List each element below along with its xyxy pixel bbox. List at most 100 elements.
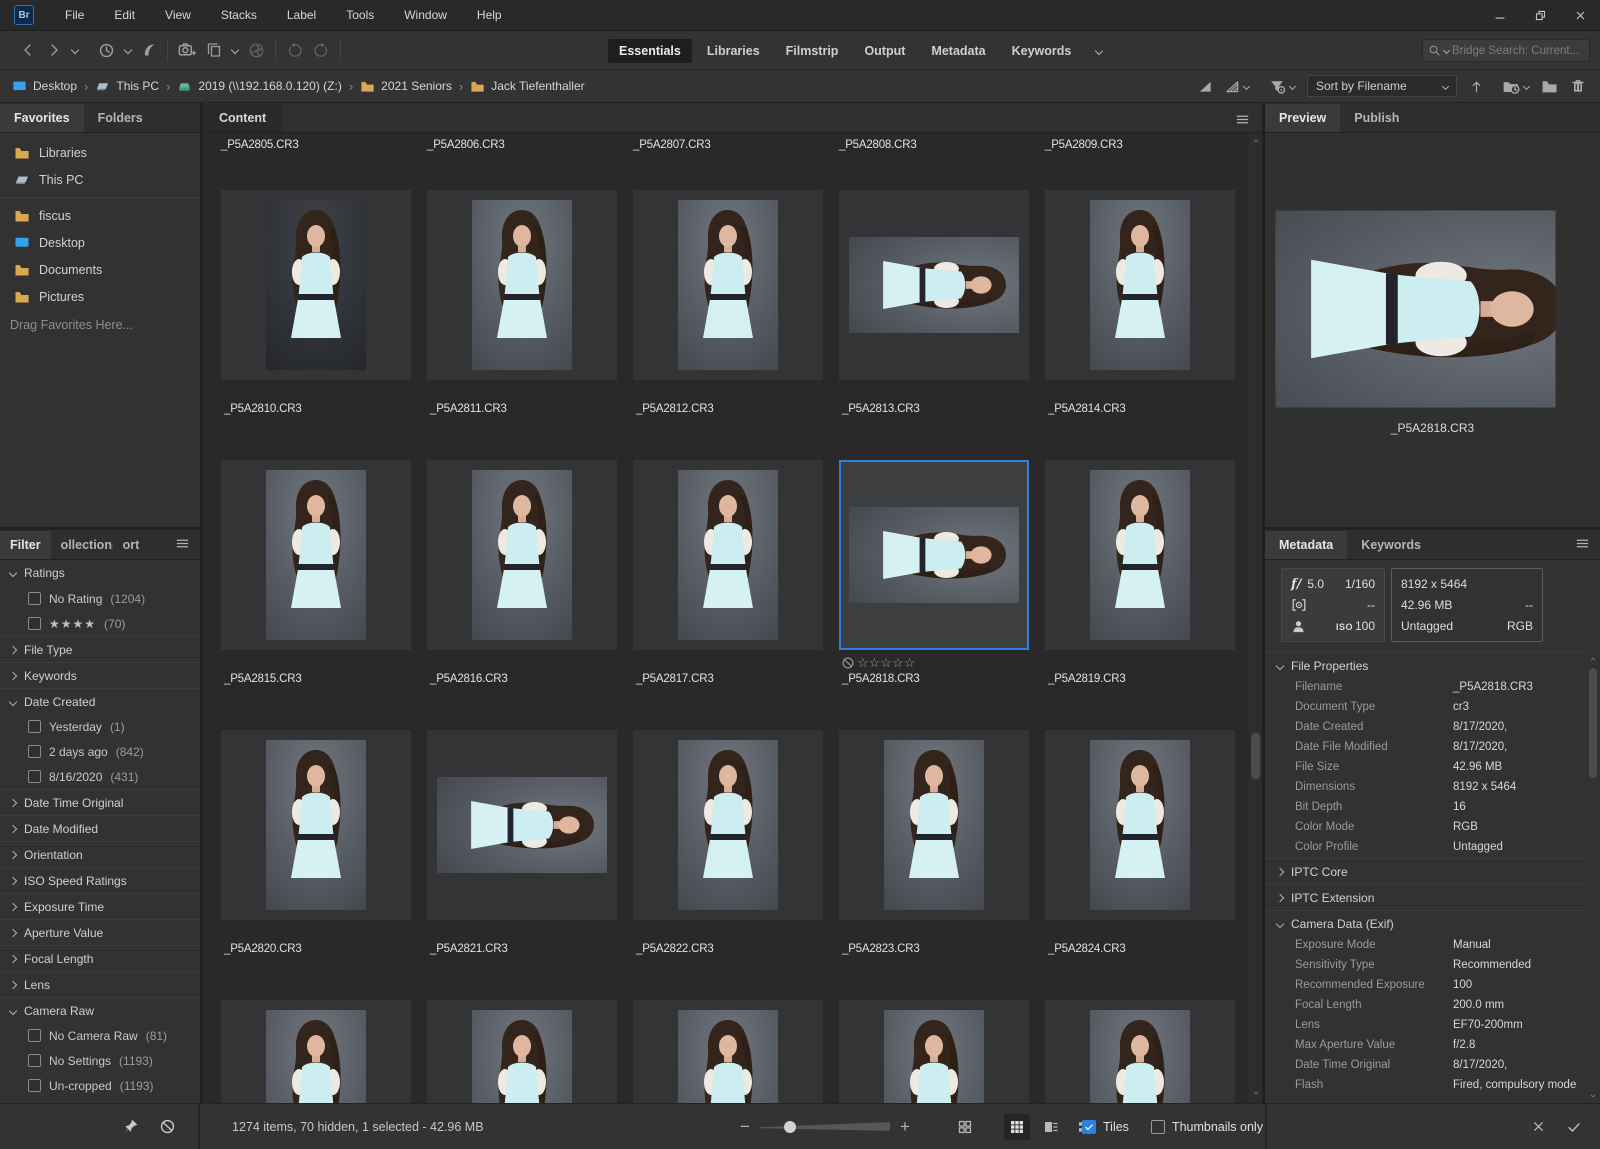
file-tile[interactable] (221, 1000, 411, 1103)
filter-section-aperture-value[interactable]: Aperture Value (0, 919, 200, 945)
breadcrumb-item[interactable]: 2021 Seniors (360, 79, 452, 94)
sort-ascending-icon[interactable] (1469, 79, 1484, 94)
menu-view[interactable]: View (150, 0, 206, 31)
workspace-tab-metadata[interactable]: Metadata (920, 39, 996, 63)
scrollbar-thumb[interactable] (1589, 668, 1597, 778)
menu-stacks[interactable]: Stacks (206, 0, 272, 31)
zoom-in-icon[interactable]: + (900, 1117, 910, 1137)
recent-folder-dropdown-icon[interactable] (1522, 82, 1531, 90)
file-tile[interactable]: _P5A2814.CR3 (1045, 190, 1235, 460)
file-tile[interactable]: _P5A2822.CR3 (633, 730, 823, 1000)
menu-window[interactable]: Window (389, 0, 462, 31)
file-tile[interactable]: _P5A2820.CR3 (221, 730, 411, 1000)
file-tile[interactable]: _P5A2816.CR3 (427, 460, 617, 730)
search-dropdown-icon[interactable] (1442, 46, 1451, 55)
workspace-tab-filmstrip[interactable]: Filmstrip (775, 39, 850, 63)
rating-row[interactable]: ☆☆☆☆☆ (841, 654, 915, 671)
filter-items-icon[interactable] (1269, 78, 1286, 95)
scrollbar-thumb[interactable] (1251, 733, 1260, 779)
metadata-cancel-icon[interactable] (1531, 1119, 1546, 1134)
filter-section-file-type[interactable]: File Type (0, 636, 200, 662)
menu-edit[interactable]: Edit (99, 0, 150, 31)
workspace-tab-libraries[interactable]: Libraries (696, 39, 771, 63)
thumbnail-quality-fast-icon[interactable] (1198, 79, 1213, 94)
tab-folders[interactable]: Folders (84, 104, 157, 132)
menu-label[interactable]: Label (272, 0, 331, 31)
slider-track[interactable] (759, 1122, 890, 1131)
scroll-up-icon[interactable] (1252, 137, 1260, 145)
clear-filter-icon[interactable] (159, 1118, 176, 1135)
workspace-tab-output[interactable]: Output (853, 39, 916, 63)
forward-button[interactable] (46, 42, 62, 58)
filter-checkbox[interactable] (28, 617, 41, 630)
filter-section-ratings[interactable]: Ratings (0, 560, 200, 586)
sort-dropdown[interactable]: Sort by Filename (1307, 75, 1457, 97)
breadcrumb-item[interactable]: 2019 (\\192.168.0.120) (Z:) (177, 79, 342, 94)
breadcrumb-item[interactable]: Jack Tiefenthaller (470, 79, 585, 94)
new-folder-icon[interactable] (1541, 78, 1558, 95)
filter-checkbox[interactable] (28, 592, 41, 605)
file-tile[interactable]: _P5A2815.CR3 (221, 460, 411, 730)
filter-section-date-modified[interactable]: Date Modified (0, 815, 200, 841)
rating-stars[interactable]: ☆☆☆☆☆ (857, 655, 915, 671)
file-tile[interactable]: ☆☆☆☆☆ _P5A2818.CR3 (839, 460, 1029, 730)
filter-dropdown-icon[interactable] (1288, 82, 1297, 90)
filter-item[interactable]: Un-cropped (1193) (0, 1073, 200, 1098)
filter-checkbox[interactable] (28, 1054, 41, 1067)
sidebar-item-pictures[interactable]: Pictures (0, 283, 200, 310)
filter-item[interactable]: 8/16/2020 (431) (0, 764, 200, 789)
sidebar-item-documents[interactable]: Documents (0, 256, 200, 283)
filter-checkbox[interactable] (28, 720, 41, 733)
get-photos-camera-icon[interactable] (178, 41, 196, 59)
file-tile[interactable]: _P5A2824.CR3 (1045, 730, 1235, 1000)
file-tile[interactable]: _P5A2823.CR3 (839, 730, 1029, 1000)
rotate-right-icon[interactable] (313, 42, 330, 59)
bridge-search-input[interactable] (1452, 44, 1584, 57)
scroll-down-icon[interactable] (1252, 1089, 1260, 1097)
tiles-checkbox[interactable] (1082, 1119, 1096, 1134)
filter-checkbox[interactable] (28, 1029, 41, 1042)
open-recent-folder-icon[interactable] (1502, 77, 1520, 95)
filter-section-date-time-original[interactable]: Date Time Original (0, 789, 200, 815)
tab-publish[interactable]: Publish (1340, 104, 1413, 132)
metadata-section-iptc-core[interactable]: IPTC Core (1265, 858, 1586, 884)
sidebar-item-desktop[interactable]: Desktop (0, 229, 200, 256)
slider-knob[interactable] (783, 1120, 796, 1133)
thumbnail-quality-hq-icon[interactable] (1225, 79, 1240, 94)
metadata-section-iptc-extension[interactable]: IPTC Extension (1265, 884, 1586, 910)
filter-item[interactable]: ★★★★ (70) (0, 611, 200, 636)
file-tile[interactable]: _P5A2807.CR3 (633, 139, 823, 159)
tab-preview[interactable]: Preview (1265, 104, 1341, 132)
filter-item[interactable]: No Rating (1204) (0, 586, 200, 611)
file-tile[interactable] (427, 1000, 617, 1103)
metadata-scrollbar[interactable] (1586, 652, 1600, 1103)
filter-checkbox[interactable] (28, 770, 41, 783)
duplicate-icon[interactable] (206, 42, 222, 58)
filter-item[interactable]: No Settings (1193) (0, 1048, 200, 1073)
content-scrollbar[interactable] (1249, 133, 1262, 1103)
view-thumbnails-button[interactable] (1004, 1113, 1030, 1140)
metadata-apply-icon[interactable] (1566, 1119, 1582, 1135)
file-tile[interactable]: _P5A2808.CR3 (839, 139, 1029, 159)
filter-menu-icon[interactable] (175, 536, 190, 551)
tab-content[interactable]: Content (203, 104, 283, 132)
metadata-section-file-properties[interactable]: File Properties (1265, 652, 1586, 678)
file-tile[interactable]: _P5A2817.CR3 (633, 460, 823, 730)
file-tile[interactable]: _P5A2813.CR3 (839, 190, 1029, 460)
thumbnails-only-checkbox[interactable] (1150, 1119, 1165, 1134)
camera-raw-icon[interactable] (248, 42, 265, 59)
breadcrumb-item[interactable]: Desktop (12, 79, 77, 94)
filter-section-lens[interactable]: Lens (0, 971, 200, 997)
file-tile[interactable] (1045, 1000, 1235, 1103)
duplicate-dropdown-icon[interactable] (230, 45, 240, 55)
tab-keywords[interactable]: Keywords (1347, 531, 1435, 559)
filter-section-exposure-time[interactable]: Exposure Time (0, 893, 200, 919)
pin-filter-icon[interactable] (122, 1118, 139, 1135)
filter-checkbox[interactable] (28, 1079, 41, 1092)
history-dropdown-icon[interactable] (123, 45, 133, 55)
sidebar-item-this-pc[interactable]: This PC (0, 166, 200, 193)
file-tile[interactable]: _P5A2806.CR3 (427, 139, 617, 159)
file-tile[interactable] (633, 1000, 823, 1103)
sidebar-item-fiscus[interactable]: fiscus (0, 202, 200, 229)
minimize-button[interactable] (1480, 0, 1520, 31)
